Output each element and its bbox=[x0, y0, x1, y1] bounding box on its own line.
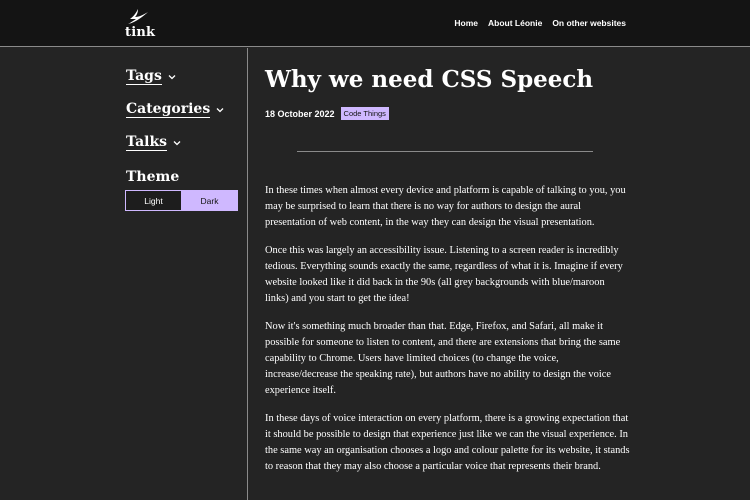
chevron-down-icon bbox=[216, 107, 224, 112]
sidebar-talks-toggle[interactable]: Talks bbox=[126, 134, 182, 151]
main-nav: Home About Léonie On other websites bbox=[454, 18, 626, 28]
category-tag-link[interactable]: Code Things bbox=[340, 107, 389, 120]
site-logo[interactable]: tink bbox=[124, 9, 156, 40]
theme-light-button[interactable]: Light bbox=[126, 191, 182, 210]
sidebar-tags-label: Tags bbox=[126, 68, 162, 85]
theme-dark-button[interactable]: Dark bbox=[182, 191, 237, 210]
sidebar-categories-toggle[interactable]: Categories bbox=[126, 101, 225, 118]
nav-other-websites-link[interactable]: On other websites bbox=[552, 18, 626, 28]
divider bbox=[297, 151, 593, 152]
theme-switcher: Light Dark bbox=[125, 190, 238, 211]
article-title: Why we need CSS Speech bbox=[265, 66, 594, 93]
nav-home-link[interactable]: Home bbox=[454, 18, 478, 28]
article-date: 18 October 2022 bbox=[265, 108, 335, 119]
sidebar-tags-toggle[interactable]: Tags bbox=[126, 68, 177, 85]
article-paragraph: In these times when almost every device … bbox=[265, 185, 626, 228]
nav-about-link[interactable]: About Léonie bbox=[488, 18, 542, 28]
logo-text: tink bbox=[125, 25, 156, 40]
sidebar: Tags Categories Talks Theme Light Dark bbox=[0, 48, 248, 500]
chevron-down-icon bbox=[173, 140, 181, 145]
chevron-down-icon bbox=[168, 74, 176, 79]
article-paragraph: In these days of voice interaction on ev… bbox=[265, 413, 630, 472]
theme-heading: Theme bbox=[126, 169, 180, 185]
article-paragraph: Now it's something much broader than tha… bbox=[265, 321, 621, 396]
article-meta: 18 October 2022 Code Things bbox=[265, 107, 389, 120]
article-body: In these times when almost every device … bbox=[265, 183, 630, 487]
article-paragraph: Once this was largely an accessibility i… bbox=[265, 245, 623, 304]
site-header: tink Home About Léonie On other websites bbox=[0, 0, 750, 47]
sidebar-talks-label: Talks bbox=[126, 134, 168, 151]
sidebar-categories-label: Categories bbox=[126, 101, 211, 118]
